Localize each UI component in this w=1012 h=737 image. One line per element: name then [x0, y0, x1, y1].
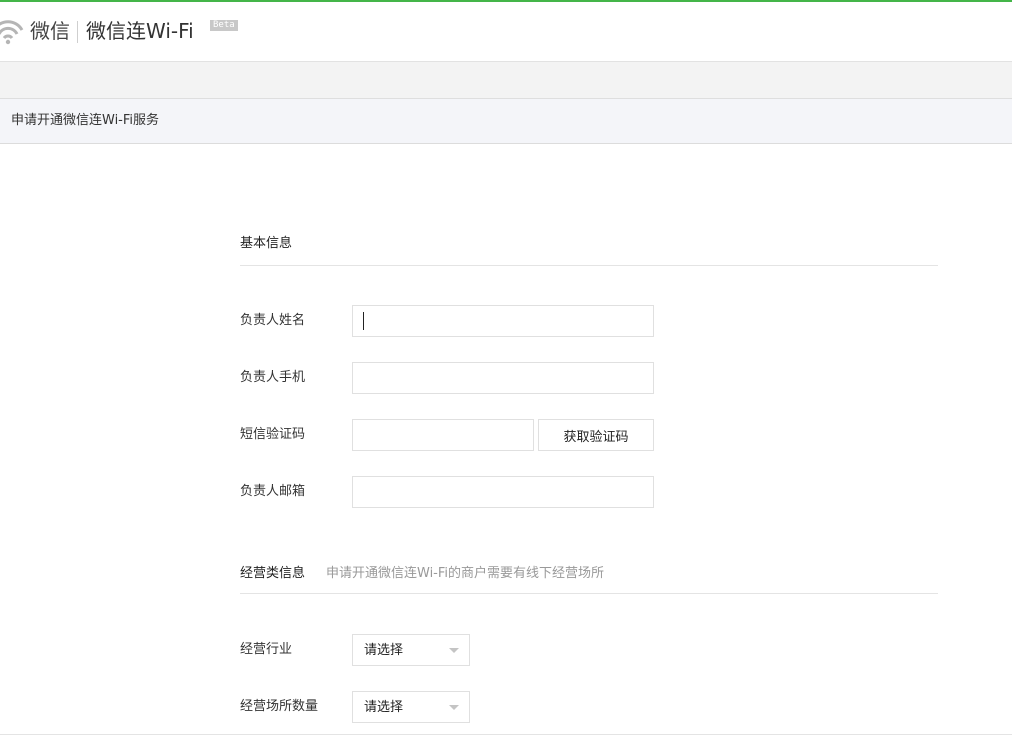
- section-title-business: 经营类信息: [240, 566, 306, 581]
- chevron-down-icon: [449, 648, 459, 653]
- get-code-button[interactable]: 获取验证码: [538, 419, 654, 451]
- industry-select[interactable]: 请选择: [352, 634, 470, 666]
- bottom-divider: [0, 734, 1012, 735]
- section-basic-info: 基本信息: [240, 236, 938, 266]
- sms-code-input[interactable]: [352, 419, 534, 451]
- venue-count-select-value: 请选择: [364, 700, 404, 715]
- venue-count-select[interactable]: 请选择: [352, 691, 470, 723]
- label-owner-name: 负责人姓名: [240, 313, 306, 328]
- nav-bar: [0, 61, 1012, 99]
- section-note-business: 申请开通微信连Wi-Fi的商户需要有线下经营场所: [326, 566, 605, 581]
- owner-email-input[interactable]: [352, 476, 654, 508]
- section-business-info: 经营类信息 申请开通微信连Wi-Fi的商户需要有线下经营场所: [240, 566, 938, 594]
- chevron-down-icon: [449, 705, 459, 710]
- industry-select-value: 请选择: [364, 643, 404, 658]
- label-industry: 经营行业: [240, 642, 293, 657]
- label-owner-email: 负责人邮箱: [240, 484, 306, 499]
- brand-separator: [77, 21, 78, 43]
- label-owner-phone: 负责人手机: [240, 370, 306, 385]
- brand-name[interactable]: 微信: [30, 19, 70, 43]
- beta-badge: Beta: [210, 20, 238, 31]
- label-sms-code: 短信验证码: [240, 427, 306, 442]
- title-bar: 申请开通微信连Wi-Fi服务: [0, 99, 1012, 144]
- text-cursor: [363, 312, 364, 330]
- label-venue-count: 经营场所数量: [240, 699, 319, 714]
- owner-name-input[interactable]: [352, 305, 654, 337]
- product-name[interactable]: 微信连Wi-Fi: [86, 19, 194, 43]
- wifi-icon: [0, 20, 24, 45]
- owner-phone-input[interactable]: [352, 362, 654, 394]
- header: 微信 微信连Wi-Fi Beta: [0, 2, 1012, 61]
- section-title-basic: 基本信息: [240, 236, 293, 251]
- page-title: 申请开通微信连Wi-Fi服务: [11, 113, 160, 128]
